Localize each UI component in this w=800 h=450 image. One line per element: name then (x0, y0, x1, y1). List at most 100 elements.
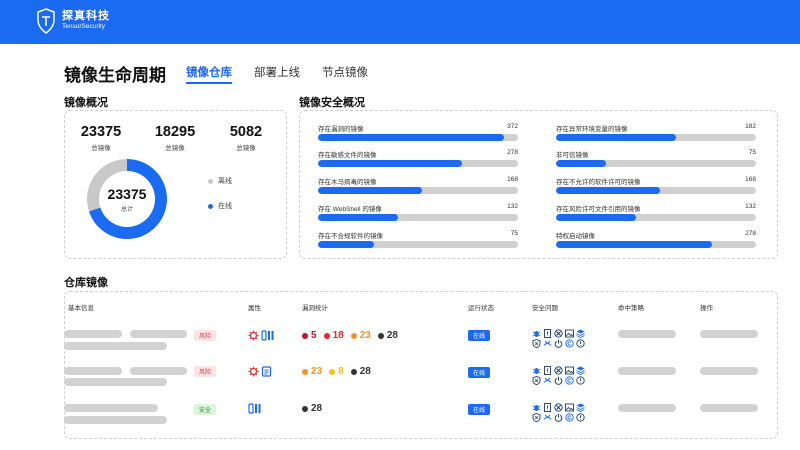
placeholder-action[interactable] (700, 404, 758, 412)
tab-deploy[interactable]: 部署上线 (254, 64, 300, 84)
signal-icon[interactable] (543, 339, 552, 348)
placeholder-version (130, 367, 187, 375)
image-icon[interactable] (565, 366, 574, 375)
copyright-icon[interactable] (565, 376, 574, 385)
power-icon[interactable] (554, 376, 563, 385)
malware-icon[interactable] (554, 366, 563, 375)
security-metric-row[interactable]: 存在木马病毒的镜像 168 (318, 176, 518, 194)
tab-bar: 镜像仓库 部署上线 节点镜像 (186, 64, 368, 84)
metric-label: 存在 WebShell 的镜像 (318, 206, 382, 213)
security-metric-row[interactable]: 特权启动镜像 278 (556, 230, 756, 248)
medium-dot (302, 368, 308, 375)
stat-label: 总镜像 (165, 145, 185, 152)
status-badge: 在线 (468, 367, 491, 378)
security-metric-row[interactable]: 存在敏感文件的镜像 278 (318, 149, 518, 167)
legend-online: 在线 (208, 201, 232, 211)
signal-icon[interactable] (543, 413, 552, 422)
placeholder-action[interactable] (700, 330, 758, 338)
metric-value: 278 (507, 149, 518, 156)
metric-bar-fill (318, 241, 374, 248)
brand[interactable]: 探真科技 TensorSecurity (36, 8, 110, 34)
vuln-count: 5 (311, 330, 317, 341)
file-warning-icon[interactable] (543, 366, 552, 375)
vuln-high: 18 (323, 330, 344, 341)
file-warning-icon[interactable] (543, 403, 552, 412)
bug-icon[interactable] (532, 403, 541, 412)
legend-dot-online (208, 203, 213, 209)
image-icon[interactable] (565, 329, 574, 338)
metric-header: 存在风险许可文件引用的镜像 132 (556, 203, 756, 213)
col-header-security-issues: 安全问题 (532, 305, 558, 312)
high-dot (323, 332, 330, 339)
col-header-hit-policy: 命中策略 (618, 305, 644, 312)
layers-icon[interactable] (576, 366, 585, 375)
signal-icon[interactable] (543, 376, 552, 385)
security-metric-row[interactable]: 存在风险许可文件引用的镜像 132 (556, 203, 756, 221)
alert-icon[interactable] (576, 413, 585, 422)
alert-icon[interactable] (576, 339, 585, 348)
col-header-vuln-stats: 漏洞统计 (302, 305, 328, 312)
tab-image-repo[interactable]: 镜像仓库 (186, 64, 232, 84)
metric-bar-track (556, 214, 756, 221)
tab-node-images[interactable]: 节点镜像 (322, 64, 368, 84)
metric-header: 特权启动镜像 278 (556, 230, 756, 240)
metric-bar-track (318, 134, 518, 141)
vuln-low: 8 (329, 366, 344, 377)
medium-dot (350, 332, 357, 339)
power-icon[interactable] (554, 413, 563, 422)
vuln-count: 8 (338, 366, 344, 377)
low-dot (329, 368, 336, 375)
image-icon[interactable] (565, 403, 574, 412)
stat-total-3: 5082 总镜像 (211, 124, 281, 152)
copyright-icon[interactable] (565, 413, 574, 422)
placeholder-detail (64, 416, 167, 424)
security-metric-row[interactable]: 存在异常环境变量的镜像 182 (556, 123, 756, 141)
col-header-actions: 操作 (700, 305, 713, 312)
layers-icon[interactable] (576, 403, 585, 412)
unknown-dot (350, 368, 357, 375)
shield-x-icon[interactable] (532, 413, 541, 422)
metric-bar-track (556, 134, 756, 141)
metric-value: 182 (745, 123, 756, 130)
risk-tag: 风险 (194, 330, 217, 341)
unknown-dot (302, 405, 308, 412)
vuln-count: 28 (311, 403, 323, 414)
security-metric-row[interactable]: 非可信镜像 75 (556, 149, 756, 167)
placeholder-action[interactable] (700, 367, 758, 375)
virus-icon (248, 366, 259, 377)
security-metric-row[interactable]: 存在漏洞的镜像 372 (318, 123, 518, 141)
metric-value: 168 (507, 176, 518, 183)
layers-icon[interactable] (576, 329, 585, 338)
status-badge: 在线 (468, 330, 491, 341)
malware-icon[interactable] (554, 329, 563, 338)
col-header-basic-info: 基本信息 (68, 305, 94, 312)
malware-icon[interactable] (554, 403, 563, 412)
power-icon[interactable] (554, 339, 563, 348)
vuln-count: 28 (386, 330, 398, 341)
security-metric-row[interactable]: 存在不合规软件的镜像 75 (318, 230, 518, 248)
stat-label: 总镜像 (236, 145, 256, 152)
metric-bar-track (318, 160, 518, 167)
metric-label: 非可信镜像 (556, 152, 589, 159)
security-metric-row[interactable]: 存在不允许的软件许可的镜像 168 (556, 176, 756, 194)
bug-icon[interactable] (532, 329, 541, 338)
placeholder-name (64, 367, 122, 375)
metric-label: 存在不允许的软件许可的镜像 (556, 179, 641, 186)
metric-label: 存在漏洞的镜像 (318, 126, 364, 133)
stat-label: 总镜像 (91, 145, 111, 152)
copyright-icon[interactable] (565, 339, 574, 348)
metric-bar-track (556, 187, 756, 194)
metric-value: 75 (748, 149, 756, 156)
bug-icon[interactable] (532, 366, 541, 375)
security-metric-row[interactable]: 存在 WebShell 的镜像 132 (318, 203, 518, 221)
placeholder-detail (64, 342, 167, 350)
vuln-unknown: 28 (377, 330, 398, 341)
legend-label-online: 在线 (218, 203, 232, 210)
alert-icon[interactable] (576, 376, 585, 385)
shield-x-icon[interactable] (532, 376, 541, 385)
file-warning-icon[interactable] (543, 329, 552, 338)
shield-x-icon[interactable] (532, 339, 541, 348)
metric-value: 372 (507, 123, 518, 130)
metric-value: 168 (745, 176, 756, 183)
metric-label: 存在异常环境变量的镜像 (556, 126, 628, 133)
